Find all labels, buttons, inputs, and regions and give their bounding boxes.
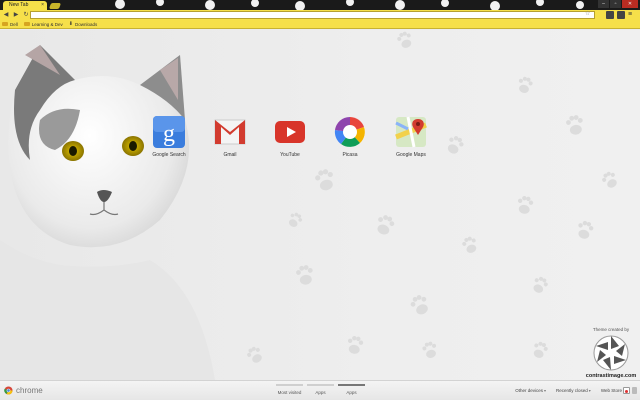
forward-button[interactable]: ▶	[12, 11, 20, 19]
theme-credit[interactable]: Theme created by contrastimage.com	[582, 327, 640, 379]
tab-close-icon[interactable]: ×	[41, 1, 44, 10]
google-maps-icon	[395, 116, 427, 148]
footer-menus: Other devices ▾ Recently closed ▾ Web St…	[515, 387, 630, 394]
title-bar: New Tab × – ▫ ✕	[0, 0, 640, 10]
tab-new-tab[interactable]: New Tab ×	[3, 1, 47, 10]
window-controls: – ▫ ✕	[598, 0, 638, 9]
web-store-link[interactable]: Web Store	[601, 387, 630, 394]
pager-most-visited[interactable]: Most visited	[276, 384, 303, 395]
app-google-search[interactable]: g Google Search	[144, 115, 194, 158]
svg-text:g: g	[163, 121, 175, 147]
app-label: YouTube	[280, 152, 300, 158]
web-store-label: Web Store	[600, 388, 622, 393]
apps-grid: g Google Search Gmail YouTube Picasa Goo…	[144, 115, 444, 165]
ntp-footer: chrome Most visited Apps Apps Other devi…	[0, 380, 640, 400]
bookmark-label: Downloads	[75, 21, 98, 27]
gmail-icon	[214, 119, 246, 145]
chrome-wordmark: chrome	[16, 386, 43, 395]
pager-label: Most visited	[277, 390, 302, 395]
extension-icon[interactable]	[606, 11, 614, 19]
pager-bar	[338, 384, 365, 386]
app-google-maps[interactable]: Google Maps	[386, 115, 436, 158]
theme-credit-site: contrastimage.com	[585, 373, 637, 379]
app-gmail[interactable]: Gmail	[205, 115, 255, 158]
other-devices-menu[interactable]: Other devices ▾	[515, 388, 546, 393]
app-label: Picasa	[342, 152, 358, 158]
new-tab-page: g Google Search Gmail YouTube Picasa Goo…	[0, 30, 640, 380]
address-bar[interactable]	[30, 11, 595, 19]
trash-icon[interactable]	[632, 387, 637, 394]
google-search-icon: g	[153, 116, 185, 148]
app-label: Google Search	[152, 152, 186, 158]
recently-closed-label: Recently closed	[556, 388, 588, 393]
close-window-button[interactable]: ✕	[622, 0, 638, 8]
bookmark-dell[interactable]: Dell	[2, 22, 18, 27]
extension-icon-2[interactable]	[617, 11, 625, 19]
back-button[interactable]: ◀	[2, 11, 10, 19]
maximize-button[interactable]: ▫	[610, 0, 621, 8]
cat-photo	[0, 45, 215, 380]
web-store-icon	[623, 387, 630, 394]
toolbar-extensions: ≡	[606, 11, 636, 19]
pager-label: Apps	[346, 390, 357, 395]
page-switcher: Most visited Apps Apps	[276, 384, 365, 395]
chrome-logo-icon	[4, 386, 13, 395]
picasa-icon	[334, 116, 365, 147]
bookmark-star-icon[interactable]: ☆	[585, 10, 590, 17]
pager-bar	[276, 384, 303, 386]
reload-button[interactable]: ↻	[22, 11, 30, 19]
tab-title: New Tab	[9, 2, 29, 8]
bookmark-label: Learning & Dev	[31, 21, 63, 27]
pager-apps[interactable]: Apps	[307, 384, 334, 395]
paw-pattern-titlebar	[115, 0, 584, 10]
chevron-down-icon: ▾	[588, 388, 591, 393]
other-devices-label: Other devices	[515, 388, 543, 393]
minimize-button[interactable]: –	[598, 0, 609, 8]
download-icon: ⬇	[68, 21, 73, 27]
app-picasa[interactable]: Picasa	[325, 115, 375, 158]
pager-label: Apps	[315, 390, 326, 395]
bookmark-label: Dell	[10, 21, 18, 27]
aperture-logo-icon	[593, 335, 629, 371]
folder-icon	[2, 22, 8, 26]
chevron-down-icon: ▾	[544, 388, 547, 393]
pager-bar	[307, 384, 334, 386]
chrome-logo: chrome	[4, 386, 43, 395]
bookmark-downloads[interactable]: ⬇ Downloads	[69, 21, 97, 27]
theme-credit-label: Theme created by	[592, 327, 630, 332]
youtube-icon	[275, 121, 305, 143]
app-youtube[interactable]: YouTube	[265, 115, 315, 158]
bookmark-learning-dev[interactable]: Learning & Dev	[23, 21, 63, 27]
toolbar: ◀ ▶ ↻ ☆ ≡	[0, 10, 640, 20]
app-label: Google Maps	[396, 152, 426, 158]
menu-icon[interactable]: ≡	[628, 11, 636, 19]
recently-closed-menu[interactable]: Recently closed ▾	[556, 388, 591, 393]
folder-icon	[23, 22, 30, 26]
bookmarks-bar: Dell Learning & Dev ⬇ Downloads	[0, 20, 640, 29]
app-label: Gmail	[223, 152, 237, 158]
pager-apps-active[interactable]: Apps	[338, 384, 365, 395]
